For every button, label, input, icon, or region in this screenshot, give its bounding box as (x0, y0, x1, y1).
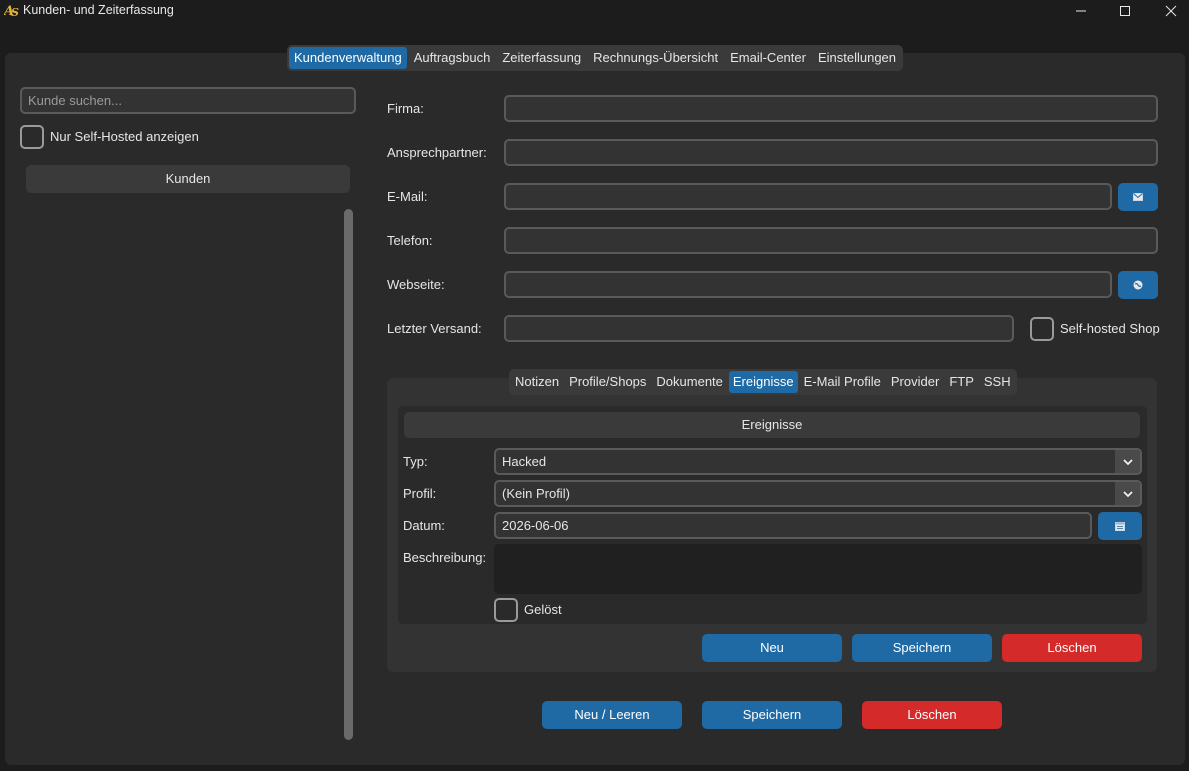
tab-rechnungs-uebersicht[interactable]: Rechnungs-Übersicht (588, 47, 723, 69)
tab-profile-shops[interactable]: Profile/Shops (565, 371, 650, 393)
app-logo-icon: A S (2, 2, 20, 19)
geloest-label: Gelöst (524, 602, 562, 617)
self-hosted-shop-checkbox[interactable] (1030, 317, 1054, 341)
tab-zeiterfassung[interactable]: Zeiterfassung (497, 47, 586, 69)
tab-ereignisse[interactable]: Ereignisse (728, 371, 798, 393)
webseite-label: Webseite: (387, 277, 445, 292)
typ-label: Typ: (403, 454, 428, 469)
open-website-button[interactable] (1118, 271, 1158, 299)
tab-notizen[interactable]: Notizen (511, 371, 563, 393)
calendar-icon (1115, 522, 1125, 531)
self-hosted-shop-label: Self-hosted Shop (1060, 321, 1160, 336)
minimize-icon[interactable] (1058, 0, 1104, 22)
delete-button[interactable]: Löschen (862, 701, 1002, 729)
svg-text:S: S (11, 6, 19, 18)
email-field[interactable] (504, 183, 1112, 210)
main-tab-bar: Kundenverwaltung Auftragsbuch Zeiterfass… (287, 45, 904, 71)
ansprechpartner-label: Ansprechpartner: (387, 145, 487, 160)
window-title: Kunden- und Zeiterfassung (23, 3, 174, 17)
profil-value: (Kein Profil) (502, 486, 570, 501)
date-picker-button[interactable] (1098, 512, 1142, 540)
globe-icon (1133, 280, 1143, 290)
telefon-label: Telefon: (387, 233, 433, 248)
event-new-button[interactable]: Neu (702, 634, 842, 662)
tab-provider[interactable]: Provider (887, 371, 943, 393)
tab-einstellungen[interactable]: Einstellungen (813, 47, 901, 69)
ansprechpartner-field[interactable] (504, 139, 1158, 166)
customer-search-input[interactable]: Kunde suchen... (20, 87, 356, 114)
tab-kundenverwaltung[interactable]: Kundenverwaltung (289, 47, 407, 69)
beschreibung-label: Beschreibung: (403, 550, 487, 565)
tab-ssh[interactable]: SSH (980, 371, 1015, 393)
envelope-icon (1133, 193, 1143, 201)
title-bar: A S Kunden- und Zeiterfassung (0, 0, 1189, 22)
tab-dokumente[interactable]: Dokumente (652, 371, 726, 393)
self-hosted-filter-checkbox[interactable] (20, 125, 44, 149)
tab-ftp[interactable]: FTP (945, 371, 978, 393)
chevron-down-icon[interactable] (1115, 450, 1140, 473)
chevron-down-icon[interactable] (1115, 482, 1140, 505)
new-clear-button[interactable]: Neu / Leeren (542, 701, 682, 729)
save-button[interactable]: Speichern (702, 701, 842, 729)
email-label: E-Mail: (387, 189, 428, 204)
letzter-versand-field[interactable] (504, 315, 1014, 342)
send-email-button[interactable] (1118, 183, 1158, 211)
webseite-field[interactable] (504, 271, 1112, 298)
self-hosted-filter-label: Nur Self-Hosted anzeigen (50, 129, 199, 144)
typ-value: Hacked (502, 454, 547, 469)
tab-email-profile[interactable]: E-Mail Profile (800, 371, 885, 393)
typ-dropdown[interactable]: Hacked (494, 448, 1142, 475)
events-header: Ereignisse (404, 412, 1140, 438)
letzter-versand-label: Letzter Versand: (387, 321, 482, 336)
customer-list-header: Kunden (26, 165, 350, 193)
tab-auftragsbuch[interactable]: Auftragsbuch (409, 47, 496, 69)
beschreibung-textarea[interactable] (494, 544, 1142, 594)
datum-field[interactable]: 2026-06-06 (494, 512, 1092, 539)
profil-label: Profil: (403, 486, 437, 501)
event-delete-button[interactable]: Löschen (1002, 634, 1142, 662)
geloest-checkbox[interactable] (494, 598, 518, 622)
datum-label: Datum: (403, 518, 445, 533)
detail-tab-bar: Notizen Profile/Shops Dokumente Ereignis… (509, 369, 1017, 395)
close-icon[interactable] (1148, 0, 1189, 22)
profil-dropdown[interactable]: (Kein Profil) (494, 480, 1142, 507)
customer-list-scrollbar[interactable] (344, 209, 353, 740)
telefon-field[interactable] (504, 227, 1158, 254)
tab-email-center[interactable]: Email-Center (725, 47, 811, 69)
firma-label: Firma: (387, 101, 424, 116)
firma-field[interactable] (504, 95, 1158, 122)
maximize-icon[interactable] (1102, 0, 1148, 22)
event-save-button[interactable]: Speichern (852, 634, 992, 662)
